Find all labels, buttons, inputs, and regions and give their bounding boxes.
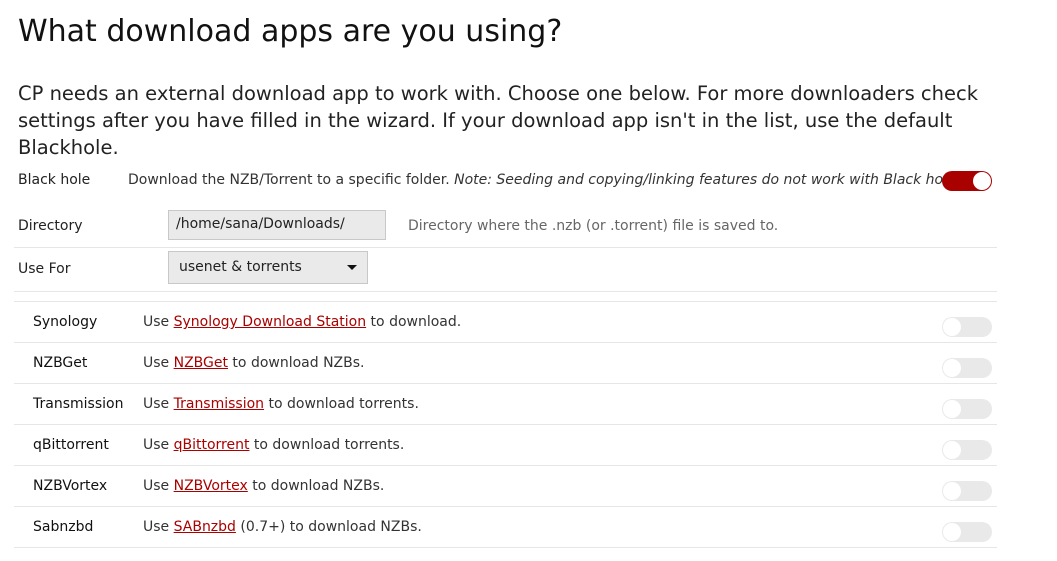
- app-desc-pre: Use: [143, 355, 174, 371]
- toggle-knob: [943, 318, 961, 336]
- app-toggle[interactable]: [942, 522, 992, 542]
- app-desc: Use SABnzbd (0.7+) to download NZBs.: [143, 519, 422, 535]
- intro-text: CP needs an external download app to wor…: [18, 82, 979, 159]
- app-name: NZBVortex: [33, 478, 108, 494]
- app-name: qBittorrent: [33, 437, 109, 453]
- app-link[interactable]: NZBVortex: [174, 478, 248, 494]
- app-name: Sabnzbd: [33, 519, 94, 535]
- divider: [14, 342, 997, 343]
- divider: [14, 247, 997, 248]
- toggle-knob: [943, 523, 961, 541]
- app-link[interactable]: Synology Download Station: [174, 314, 367, 330]
- app-desc: Use Synology Download Station to downloa…: [143, 314, 461, 330]
- use-for-label: Use For: [18, 261, 71, 277]
- app-desc-post: to download NZBs.: [227, 355, 365, 371]
- use-for-value: usenet & torrents: [179, 259, 302, 275]
- toggle-knob: [943, 400, 961, 418]
- divider: [14, 383, 997, 384]
- use-for-select[interactable]: usenet & torrents: [168, 251, 368, 284]
- app-name: Transmission: [33, 396, 124, 412]
- blackhole-note: Note: Seeding and copying/linking featur…: [454, 172, 956, 188]
- app-desc: Use Transmission to download torrents.: [143, 396, 419, 412]
- app-desc-post: to download.: [366, 314, 462, 330]
- app-toggle[interactable]: [942, 440, 992, 460]
- app-link[interactable]: qBittorrent: [174, 437, 250, 453]
- desc-text: Download the NZB/Torrent to a specific f…: [128, 172, 455, 188]
- app-desc-post: to download NZBs.: [247, 478, 385, 494]
- directory-hint: Directory where the .nzb (or .torrent) f…: [408, 218, 779, 234]
- app-toggle[interactable]: [942, 317, 992, 337]
- directory-input[interactable]: /home/sana/Downloads/: [168, 210, 386, 240]
- app-desc-post: (0.7+) to download NZBs.: [235, 519, 422, 535]
- blackhole-desc: Download the NZB/Torrent to a specific f…: [128, 172, 960, 188]
- page-title: What download apps are you using?: [18, 14, 563, 49]
- app-desc: Use qBittorrent to download torrents.: [143, 437, 404, 453]
- app-desc-pre: Use: [143, 478, 174, 494]
- divider: [14, 424, 997, 425]
- app-desc-pre: Use: [143, 519, 174, 535]
- caret-down-icon: [347, 265, 357, 270]
- divider: [14, 506, 997, 507]
- app-link[interactable]: NZBGet: [174, 355, 228, 371]
- app-desc-pre: Use: [143, 437, 174, 453]
- divider: [14, 301, 997, 302]
- app-toggle[interactable]: [942, 358, 992, 378]
- blackhole-label: Black hole: [18, 172, 91, 188]
- app-name: NZBGet: [33, 355, 88, 371]
- app-toggle[interactable]: [942, 481, 992, 501]
- app-name: Synology: [33, 314, 98, 330]
- app-link[interactable]: SABnzbd: [174, 519, 236, 535]
- app-desc-pre: Use: [143, 314, 174, 330]
- divider: [14, 465, 997, 466]
- blackhole-toggle[interactable]: [942, 171, 992, 191]
- app-desc: Use NZBVortex to download NZBs.: [143, 478, 384, 494]
- app-desc-pre: Use: [143, 396, 174, 412]
- directory-label: Directory: [18, 218, 83, 234]
- app-desc-post: to download torrents.: [264, 396, 419, 412]
- app-desc-post: to download torrents.: [249, 437, 405, 453]
- toggle-knob: [943, 441, 961, 459]
- toggle-knob: [943, 359, 961, 377]
- app-toggle[interactable]: [942, 399, 992, 419]
- app-link[interactable]: Transmission: [174, 396, 264, 412]
- divider: [14, 547, 997, 548]
- toggle-knob: [943, 482, 961, 500]
- app-desc: Use NZBGet to download NZBs.: [143, 355, 365, 371]
- divider: [14, 291, 997, 292]
- toggle-knob: [973, 172, 991, 190]
